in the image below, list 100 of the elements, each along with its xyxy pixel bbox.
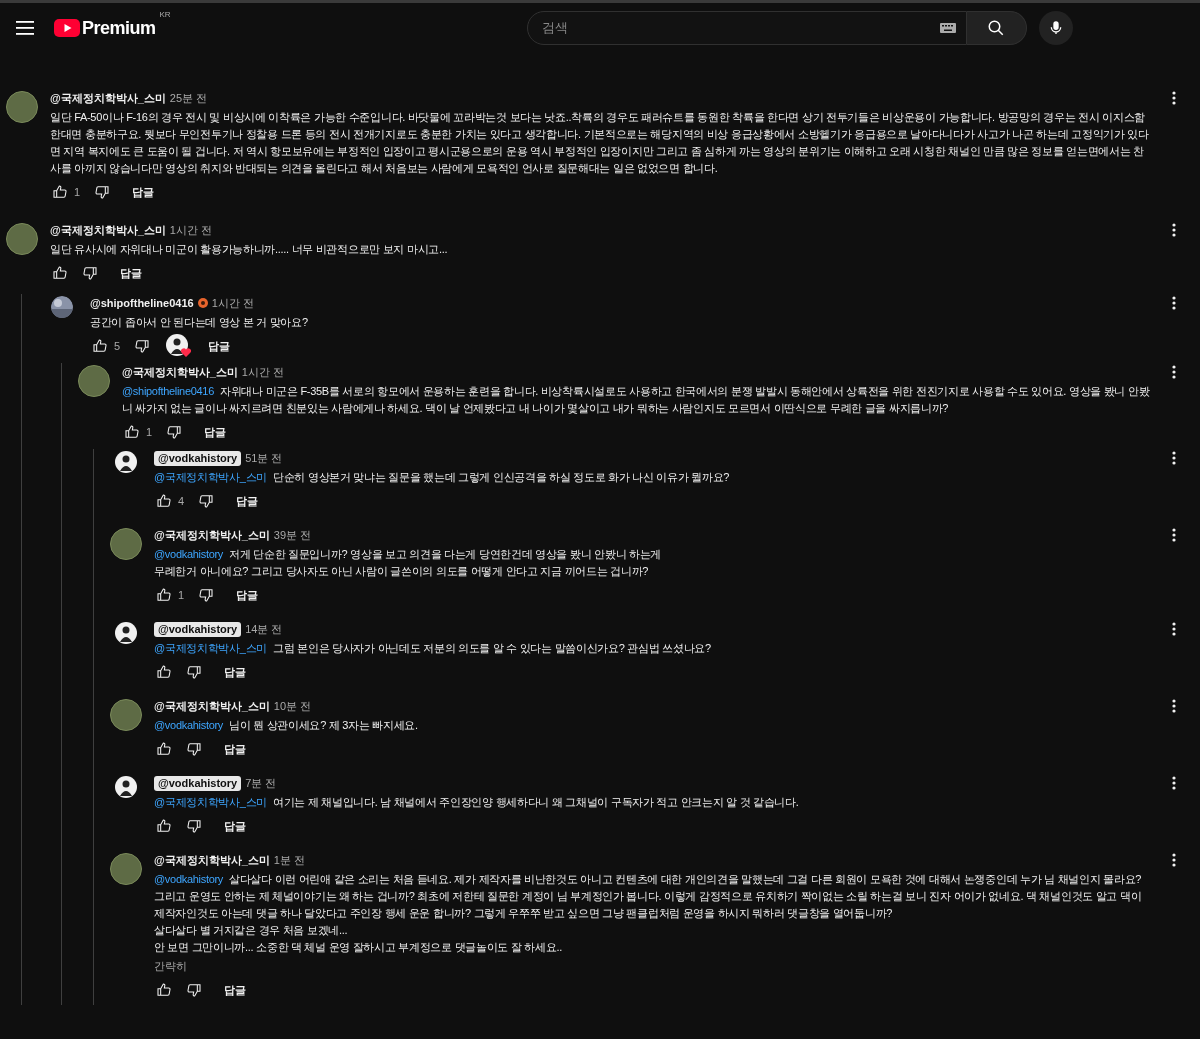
avatar[interactable] [110,853,142,885]
avatar[interactable] [6,91,38,123]
reply-button[interactable]: 답글 [222,488,273,514]
reply-button[interactable]: 답글 [118,179,169,205]
comment-time[interactable]: 1시간 전 [211,294,254,312]
like-count: 4 [178,493,185,509]
comment-author[interactable]: @국제정치학박사_스미 [154,851,270,869]
thumbs-down-icon[interactable] [186,664,202,680]
microphone-button[interactable] [1038,11,1073,45]
mention-link[interactable]: @vodkahistory [154,719,224,731]
avatar[interactable] [78,365,110,397]
thumbs-down-icon[interactable] [134,338,151,354]
avatar[interactable] [6,223,38,255]
comment-time[interactable]: 1시간 전 [169,221,213,239]
like-count: 1 [74,184,81,200]
reply-button[interactable]: 답글 [190,419,241,445]
more-options-icon[interactable] [1172,223,1176,237]
menu-icon[interactable] [16,21,34,35]
comment-time[interactable]: 39분 전 [273,526,312,544]
reply-button[interactable]: 답글 [210,813,260,839]
thumbs-up-icon[interactable] [156,741,172,757]
show-less-link[interactable]: 간략히 [154,958,187,975]
comment-author[interactable]: @vodkahistory [154,450,242,466]
thumbs-down-icon[interactable] [166,424,183,440]
thumbs-up-icon[interactable] [52,184,68,200]
region-code: KR [159,8,171,21]
comment-author[interactable]: @국제정치학박사_스미 [154,526,270,544]
comment-text: 살다살다 별 거지같은 경우 처음 보겠네... [154,923,349,938]
thumbs-down-icon[interactable] [186,741,202,757]
thumbs-up-icon[interactable] [124,424,140,440]
thumbs-down-icon[interactable] [82,265,98,281]
comment-author[interactable]: @vodkahistory [154,775,242,791]
more-options-icon[interactable] [1172,91,1176,105]
avatar[interactable] [110,699,142,731]
comment-time[interactable]: 14분 전 [245,620,283,638]
more-options-icon[interactable] [1172,528,1176,542]
more-options-icon[interactable] [1172,622,1176,636]
comment-text: @vodkahistory 저게 단순한 질문입니까? 영상을 보고 의견을 다는게 당연한건데 영상을 봤니 안봤니 하는게 [154,547,663,562]
more-options-icon[interactable] [1172,776,1176,790]
thumbs-down-icon[interactable] [186,982,202,998]
search-input[interactable]: 검색 [541,18,940,38]
play-logo-icon[interactable] [54,19,80,37]
thumbs-down-icon[interactable] [186,818,202,834]
user-silhouette-avatar[interactable] [115,451,137,473]
logo-text[interactable]: Premium [82,14,156,42]
comment-author[interactable]: @shipoftheline0416 [90,294,194,312]
comment-author[interactable]: @국제정치학박사_스미 [154,697,270,715]
more-options-icon[interactable] [1172,296,1176,310]
mention-link[interactable]: @국제정치학박사_스미 [154,471,267,483]
comment-time[interactable]: 51분 전 [245,449,283,467]
comment-text: @국제정치학박사_스미 그럼 본인은 당사자가 아닌데도 저분의 의도를 알 수 있다는 말씀이신가요? 관심법 쓰셨나요? [154,641,712,656]
comment-time[interactable]: 25분 전 [169,89,208,107]
mention-link[interactable]: @shipoftheline0416 [122,385,214,397]
comment-time[interactable]: 1분 전 [273,851,306,869]
like-button[interactable]: 5 [90,333,123,359]
search-button[interactable] [966,11,1027,45]
like-button[interactable]: 1 [154,582,187,608]
reply-button[interactable]: 답글 [210,659,260,685]
thumbs-down-icon[interactable] [198,493,215,509]
reply-button[interactable]: 답글 [210,736,260,762]
search-field[interactable]: 검색 [526,11,967,45]
comment-author[interactable]: @vodkahistory [154,621,242,637]
reply-button[interactable]: 답글 [222,582,273,608]
thumbs-up-icon[interactable] [156,818,172,834]
thumbs-up-icon[interactable] [156,664,172,680]
avatar[interactable] [110,528,142,560]
thumbs-up-icon[interactable] [52,265,68,281]
more-options-icon[interactable] [1172,451,1176,465]
comment-author[interactable]: @국제정치학박사_스미 [50,89,166,107]
user-silhouette-avatar[interactable] [115,622,137,644]
mention-link[interactable]: @국제정치학박사_스미 [154,796,267,808]
thumbs-up-icon[interactable] [92,338,108,354]
reply-button[interactable]: 답글 [194,333,245,359]
comment-author[interactable]: @국제정치학박사_스미 [50,221,166,239]
comment-time[interactable]: 10분 전 [273,697,312,715]
thumbs-up-icon[interactable] [156,493,172,509]
like-button[interactable]: 1 [50,179,83,205]
mention-link[interactable]: @국제정치학박사_스미 [154,642,267,654]
user-silhouette-avatar[interactable] [115,776,137,798]
comment-time[interactable]: 1시간 전 [241,363,285,381]
comment-text: @vodkahistory 님이 뭔 상관이세요? 제 3자는 빠지세요. [154,718,419,733]
mention-link[interactable]: @vodkahistory [154,873,224,885]
thumbs-up-icon[interactable] [156,982,172,998]
like-count: 1 [146,424,153,440]
like-count: 5 [114,338,121,354]
thumbs-up-icon[interactable] [156,587,172,603]
keyboard-icon[interactable] [939,23,956,33]
like-button[interactable]: 4 [154,488,187,514]
reply-button[interactable]: 답글 [210,977,260,1003]
mention-link[interactable]: @vodkahistory [154,548,224,560]
thumbs-down-icon[interactable] [198,587,215,603]
comment-author[interactable]: @국제정치학박사_스미 [122,363,238,381]
comment-time[interactable]: 7분 전 [245,774,277,792]
thumbs-down-icon[interactable] [94,184,111,200]
like-button[interactable]: 1 [122,419,155,445]
more-options-icon[interactable] [1172,853,1176,867]
comment-text: @vodkahistory 살다살다 이런 어린애 같은 소리는 처음 듣네요. 제가 제작자를 비난한것도 아니고 컨텐츠에 대한 개인의견을 말했는데 그걸 다른 회원이 모욕한 것에 대해서 논쟁중인데 누가 님 채널인지 몰라요? 그리고 운영도 안하는 제 체널이야기는 왜 하는 겁니까? 최초에 저한테 질문한 계정이 님 부계정인가 봅니다. 이렇게 감정적으로 유치하기 짝이없는 소릴 하는걸 보니 진자 어이가 없네요. 댁 채널인것도 알고 댁이 제작자인것도 아는데 댓글 하나 달았다고 주인장 행세 운운 합니까? 그렇게 우쭈쭈 받고 싶으면 그냥 팬클럽처럼 운영을 하시지 뭐하러 댓글창을 열어둡니까? [154,872,1143,921]
more-options-icon[interactable] [1172,699,1176,713]
reply-button[interactable]: 답글 [106,260,156,286]
more-options-icon[interactable] [1172,365,1176,379]
